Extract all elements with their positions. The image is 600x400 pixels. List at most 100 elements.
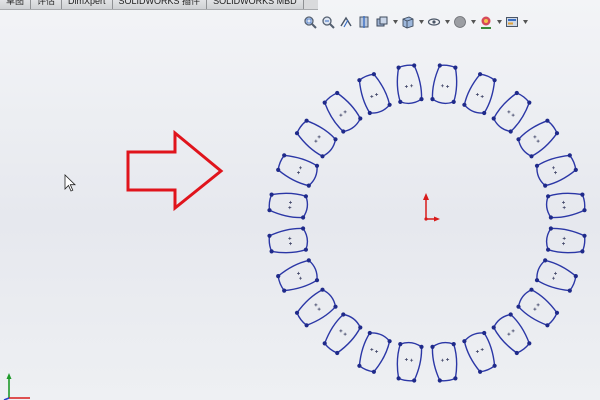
tooth-profile[interactable] <box>277 259 318 292</box>
sketch-endpoint[interactable] <box>567 153 572 158</box>
sketch-endpoint[interactable] <box>333 304 338 309</box>
tooth-profile[interactable] <box>296 119 337 157</box>
sketch-endpoint[interactable] <box>304 323 309 328</box>
sketch-endpoint[interactable] <box>304 118 309 123</box>
sketch-endpoint[interactable] <box>580 249 585 254</box>
tooth-profile[interactable] <box>268 192 309 219</box>
sketch-endpoint[interactable] <box>430 97 435 102</box>
sketch-endpoint[interactable] <box>573 274 578 279</box>
sketch-endpoint[interactable] <box>534 278 540 283</box>
tooth-profile[interactable] <box>396 341 423 382</box>
tooth-profile[interactable] <box>323 92 362 133</box>
sketch-endpoint[interactable] <box>357 78 362 83</box>
sketch-endpoint[interactable] <box>516 304 521 309</box>
sketch-endpoint[interactable] <box>478 72 483 77</box>
sketch-endpoint[interactable] <box>387 339 392 344</box>
sketch-endpoint[interactable] <box>527 341 532 346</box>
tooth-profile[interactable] <box>517 289 558 327</box>
sketch-endpoint[interactable] <box>573 167 578 172</box>
sketch-endpoint[interactable] <box>545 323 550 328</box>
tooth-profile[interactable] <box>493 92 531 133</box>
graphics-area[interactable] <box>0 10 600 400</box>
sketch-endpoint[interactable] <box>492 78 497 83</box>
sketch-endpoint[interactable] <box>282 288 287 293</box>
sketch-endpoint[interactable] <box>398 99 403 104</box>
tab-evaluate[interactable]: 评估 <box>31 0 63 9</box>
sketch-endpoint[interactable] <box>567 288 572 293</box>
sketch-endpoint[interactable] <box>554 310 560 315</box>
tab-sketch[interactable]: 草图 <box>0 0 32 9</box>
sketch-endpoint[interactable] <box>320 154 325 159</box>
sketch-endpoint[interactable] <box>358 116 363 121</box>
sketch-endpoint[interactable] <box>548 215 554 220</box>
sketch-endpoint[interactable] <box>543 258 548 263</box>
sketch-endpoint[interactable] <box>398 342 403 347</box>
sketch-endpoint[interactable] <box>314 163 320 168</box>
sketch-endpoint[interactable] <box>269 249 274 254</box>
tooth-profile[interactable] <box>358 332 391 373</box>
sketch-endpoint[interactable] <box>529 287 534 292</box>
sketch-endpoint[interactable] <box>276 167 281 172</box>
sketch-endpoint[interactable] <box>294 310 300 315</box>
sketch-endpoint[interactable] <box>333 137 338 142</box>
sketch-endpoint[interactable] <box>276 274 281 279</box>
sketch-endpoint[interactable] <box>322 100 327 105</box>
sketch-endpoint[interactable] <box>482 110 487 116</box>
sketch-endpoint[interactable] <box>462 339 467 344</box>
tooth-profile[interactable] <box>545 192 586 219</box>
tooth-profile[interactable] <box>277 154 318 187</box>
sketch-endpoint[interactable] <box>582 233 587 238</box>
sketch-endpoint[interactable] <box>412 378 417 383</box>
sketch-endpoint[interactable] <box>453 65 458 70</box>
sketch-endpoint[interactable] <box>482 330 487 336</box>
sketch-endpoint[interactable] <box>341 312 346 317</box>
sketch-endpoint[interactable] <box>303 247 308 252</box>
sketch-endpoint[interactable] <box>396 376 401 381</box>
tooth-profile[interactable] <box>536 259 577 292</box>
sketch-tooth-pattern[interactable] <box>267 63 587 383</box>
sketch-endpoint[interactable] <box>371 72 376 77</box>
sketch-endpoint[interactable] <box>306 258 311 263</box>
sketch-endpoint[interactable] <box>341 129 346 134</box>
sketch-endpoint[interactable] <box>335 90 340 96</box>
tooth-profile[interactable] <box>545 227 586 254</box>
sketch-endpoint[interactable] <box>451 99 456 104</box>
sketch-endpoint[interactable] <box>543 183 548 188</box>
sketch-endpoint[interactable] <box>546 247 551 252</box>
tooth-profile[interactable] <box>431 64 458 105</box>
tooth-profile[interactable] <box>296 288 337 327</box>
tooth-profile[interactable] <box>396 64 423 105</box>
sketch-endpoint[interactable] <box>357 363 362 368</box>
sketch-endpoint[interactable] <box>371 369 376 374</box>
sketch-endpoint[interactable] <box>387 102 392 107</box>
sketch-endpoint[interactable] <box>301 226 306 231</box>
sketch-endpoint[interactable] <box>437 63 442 68</box>
sketch-endpoint[interactable] <box>491 116 496 121</box>
tooth-profile[interactable] <box>463 73 496 114</box>
sketch-endpoint[interactable] <box>358 325 363 330</box>
sketch-endpoint[interactable] <box>453 376 458 381</box>
sketch-endpoint[interactable] <box>491 325 496 330</box>
sketch-endpoint[interactable] <box>412 63 417 68</box>
sketch-endpoint[interactable] <box>582 208 587 213</box>
sketch-endpoint[interactable] <box>514 350 519 356</box>
sketch-endpoint[interactable] <box>430 344 435 349</box>
sketch-endpoint[interactable] <box>301 215 306 220</box>
sketch-endpoint[interactable] <box>580 192 585 197</box>
sketch-endpoint[interactable] <box>320 287 325 292</box>
graphics-canvas[interactable] <box>0 10 600 400</box>
tab-solidworks-mbd[interactable]: SOLIDWORKS MBD <box>207 0 304 9</box>
tooth-profile[interactable] <box>431 341 458 382</box>
sketch-endpoint[interactable] <box>534 163 540 168</box>
tab-dimxpert[interactable]: DimXpert <box>62 0 113 9</box>
sketch-endpoint[interactable] <box>527 100 532 105</box>
tooth-profile[interactable] <box>323 313 361 354</box>
sketch-endpoint[interactable] <box>306 183 311 188</box>
sketch-endpoint[interactable] <box>508 129 513 134</box>
tooth-profile[interactable] <box>492 313 531 354</box>
sketch-endpoint[interactable] <box>554 131 560 136</box>
sketch-endpoint[interactable] <box>514 90 519 96</box>
sketch-endpoint[interactable] <box>322 341 327 346</box>
sketch-endpoint[interactable] <box>267 208 272 213</box>
sketch-endpoint[interactable] <box>545 118 550 123</box>
